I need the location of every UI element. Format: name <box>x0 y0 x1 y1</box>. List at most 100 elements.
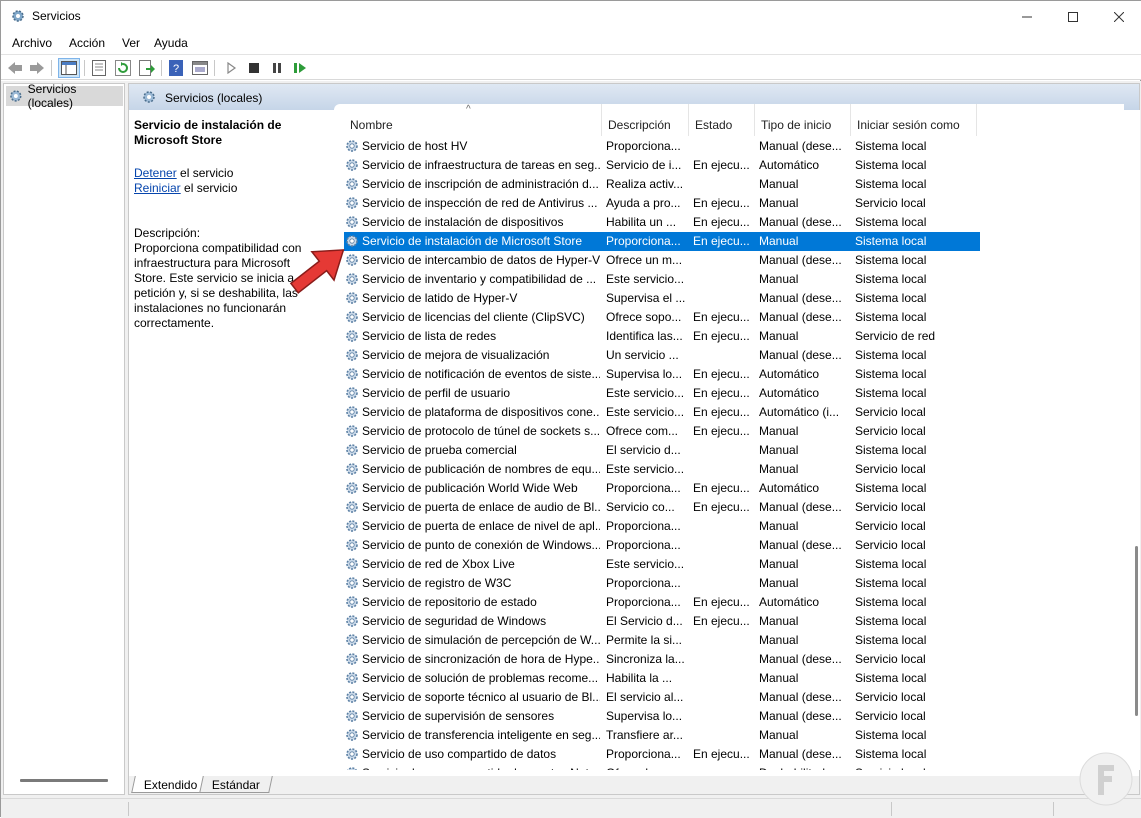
cell-start: Manual (dese... <box>759 690 842 704</box>
table-row[interactable]: Servicio de plataforma de dispositivos c… <box>344 403 980 422</box>
menu-accion[interactable]: Acción <box>69 36 105 50</box>
column-header-description[interactable]: Descripción <box>602 104 689 136</box>
gear-icon <box>346 672 358 684</box>
cell-start: Manual (dese... <box>759 747 842 761</box>
cell-logon: Servicio local <box>855 652 926 666</box>
table-row[interactable]: Servicio de seguridad de Windows El Servi… <box>344 612 980 631</box>
console-tree-button[interactable] <box>58 58 80 78</box>
gear-icon <box>346 748 358 760</box>
cell-name: Servicio de instalación de Microsoft Sto… <box>362 234 583 248</box>
table-row[interactable]: Servicio de protocolo de túnel de socket… <box>344 422 980 441</box>
menu-archivo[interactable]: Archivo <box>12 36 52 50</box>
table-row[interactable]: Servicio de uso compartido de datos Propo… <box>344 745 980 764</box>
column-header-status[interactable]: Estado <box>689 104 755 136</box>
column-header-name[interactable]: Nombre <box>344 104 602 136</box>
table-row[interactable]: Servicio de repositorio de estado Proporc… <box>344 593 980 612</box>
table-row[interactable]: Servicio de infraestructura de tareas en… <box>344 156 980 175</box>
cell-name: Servicio de soporte técnico al usuario d… <box>362 690 600 704</box>
table-row[interactable]: Servicio de lista de redes Identifica las… <box>344 327 980 346</box>
menu-ver[interactable]: Ver <box>122 36 140 50</box>
cell-logon: Sistema local <box>855 747 927 761</box>
table-row[interactable]: Servicio de perfil de usuario Este servic… <box>344 384 980 403</box>
table-row[interactable]: Servicio de prueba comercial El servicio … <box>344 441 980 460</box>
start-service-button[interactable] <box>221 58 241 78</box>
properties-button[interactable] <box>89 58 109 78</box>
table-row[interactable]: Servicio de inventario y compatibilidad … <box>344 270 980 289</box>
table-row[interactable]: Servicio de latido de Hyper-V Supervisa e… <box>344 289 980 308</box>
table-row[interactable]: Servicio de notificación de eventos de s… <box>344 365 980 384</box>
table-row[interactable]: Servicio de puerta de enlace de nivel de… <box>344 517 980 536</box>
table-row[interactable]: Servicio de host HV Proporciona... Manual … <box>344 137 980 156</box>
annotation-arrow-icon <box>289 249 345 294</box>
table-row[interactable]: Servicio de mejora de visualización Un se… <box>344 346 980 365</box>
vertical-scrollbar-thumb[interactable] <box>1135 546 1138 716</box>
tab-extendido[interactable]: Extendido <box>131 776 211 793</box>
tab-estandar[interactable]: Estándar <box>199 776 273 793</box>
cell-logon: Servicio local <box>855 538 926 552</box>
cell-name: Servicio de inscripción de administració… <box>362 177 599 191</box>
minimize-button[interactable] <box>1004 1 1050 32</box>
cell-start: Manual <box>759 196 799 210</box>
view-icon <box>192 61 208 75</box>
table-row[interactable]: Servicio de soporte técnico al usuario d… <box>344 688 980 707</box>
table-row[interactable]: Servicio de intercambio de datos de Hype… <box>344 251 980 270</box>
table-row[interactable]: Servicio de punto de conexión de Windows… <box>344 536 980 555</box>
export-button[interactable] <box>137 58 157 78</box>
table-row[interactable]: Servicio de transferencia inteligente en… <box>344 726 980 745</box>
cell-desc: Habilita la ... <box>606 671 673 685</box>
cell-name: Servicio de mejora de visualización <box>362 348 550 362</box>
column-header-startup-type[interactable]: Tipo de inicio <box>755 104 851 136</box>
gear-icon <box>346 539 358 551</box>
table-row[interactable]: Servicio de solución de problemas recome… <box>344 669 980 688</box>
view-button[interactable] <box>190 58 210 78</box>
table-row[interactable]: Servicio de red de Xbox Live Este servici… <box>344 555 980 574</box>
vertical-scrollbar[interactable] <box>1134 110 1140 770</box>
cell-name: Servicio de simulación de percepción de … <box>362 633 600 647</box>
cell-start: Automático <box>759 158 820 172</box>
table-row[interactable]: Servicio de uso compartido de puertos Ne… <box>344 764 980 770</box>
table-row[interactable]: Servicio de instalación de dispositivos H… <box>344 213 980 232</box>
tree-horizontal-scrollbar[interactable] <box>20 779 108 782</box>
gear-icon <box>346 159 358 171</box>
gear-icon <box>346 406 358 418</box>
cell-status: En ejecu... <box>693 405 750 419</box>
table-row[interactable]: Servicio de inscripción de administració… <box>344 175 980 194</box>
column-header-logon-as[interactable]: Iniciar sesión como <box>851 104 977 136</box>
cell-start: Manual <box>759 728 799 742</box>
menu-ayuda[interactable]: Ayuda <box>154 36 188 50</box>
cell-start: Automático <box>759 386 820 400</box>
table-row[interactable]: Servicio de publicación World Wide Web Pr… <box>344 479 980 498</box>
forward-button[interactable] <box>27 58 47 78</box>
gear-icon <box>346 216 358 228</box>
restart-service-button[interactable] <box>290 58 310 78</box>
table-row[interactable]: Servicio de simulación de percepción de … <box>344 631 980 650</box>
table-row[interactable]: Servicio de registro de W3C Proporciona..… <box>344 574 980 593</box>
table-row[interactable]: Servicio de inspección de red de Antivir… <box>344 194 980 213</box>
stop-service-button[interactable] <box>244 58 264 78</box>
restart-service-link[interactable]: Reiniciar <box>134 181 181 195</box>
play-icon <box>227 62 237 74</box>
help-button[interactable]: ? <box>166 58 186 78</box>
table-row[interactable]: Servicio de licencias del cliente (ClipS… <box>344 308 980 327</box>
refresh-button[interactable] <box>113 58 133 78</box>
maximize-button[interactable] <box>1050 1 1096 32</box>
cell-logon: Sistema local <box>855 728 927 742</box>
status-separator <box>891 802 892 816</box>
table-row[interactable]: Servicio de puerta de enlace de audio de… <box>344 498 980 517</box>
cell-desc: Este servicio... <box>606 272 685 286</box>
close-button[interactable] <box>1096 1 1141 32</box>
table-row[interactable]: Servicio de supervisión de sensores Super… <box>344 707 980 726</box>
toolbar-separator <box>161 60 162 76</box>
table-row-selected[interactable]: Servicio de instalación de Microsoft Sto… <box>344 232 980 251</box>
back-button[interactable] <box>5 58 25 78</box>
stop-service-link[interactable]: Detener <box>134 166 177 180</box>
cell-desc: El servicio al... <box>606 690 684 704</box>
cell-desc: Ofrece com... <box>606 424 679 438</box>
cell-name: Servicio de latido de Hyper-V <box>362 291 518 305</box>
main-body: Servicios (locales) Servicios (locales) … <box>1 81 1141 798</box>
pause-service-button[interactable] <box>267 58 287 78</box>
table-row[interactable]: Servicio de publicación de nombres de eq… <box>344 460 980 479</box>
tree-item-services-local[interactable]: Servicios (locales) <box>6 82 123 110</box>
cell-desc: Transfiere ar... <box>606 728 683 742</box>
table-row[interactable]: Servicio de sincronización de hora de Hy… <box>344 650 980 669</box>
